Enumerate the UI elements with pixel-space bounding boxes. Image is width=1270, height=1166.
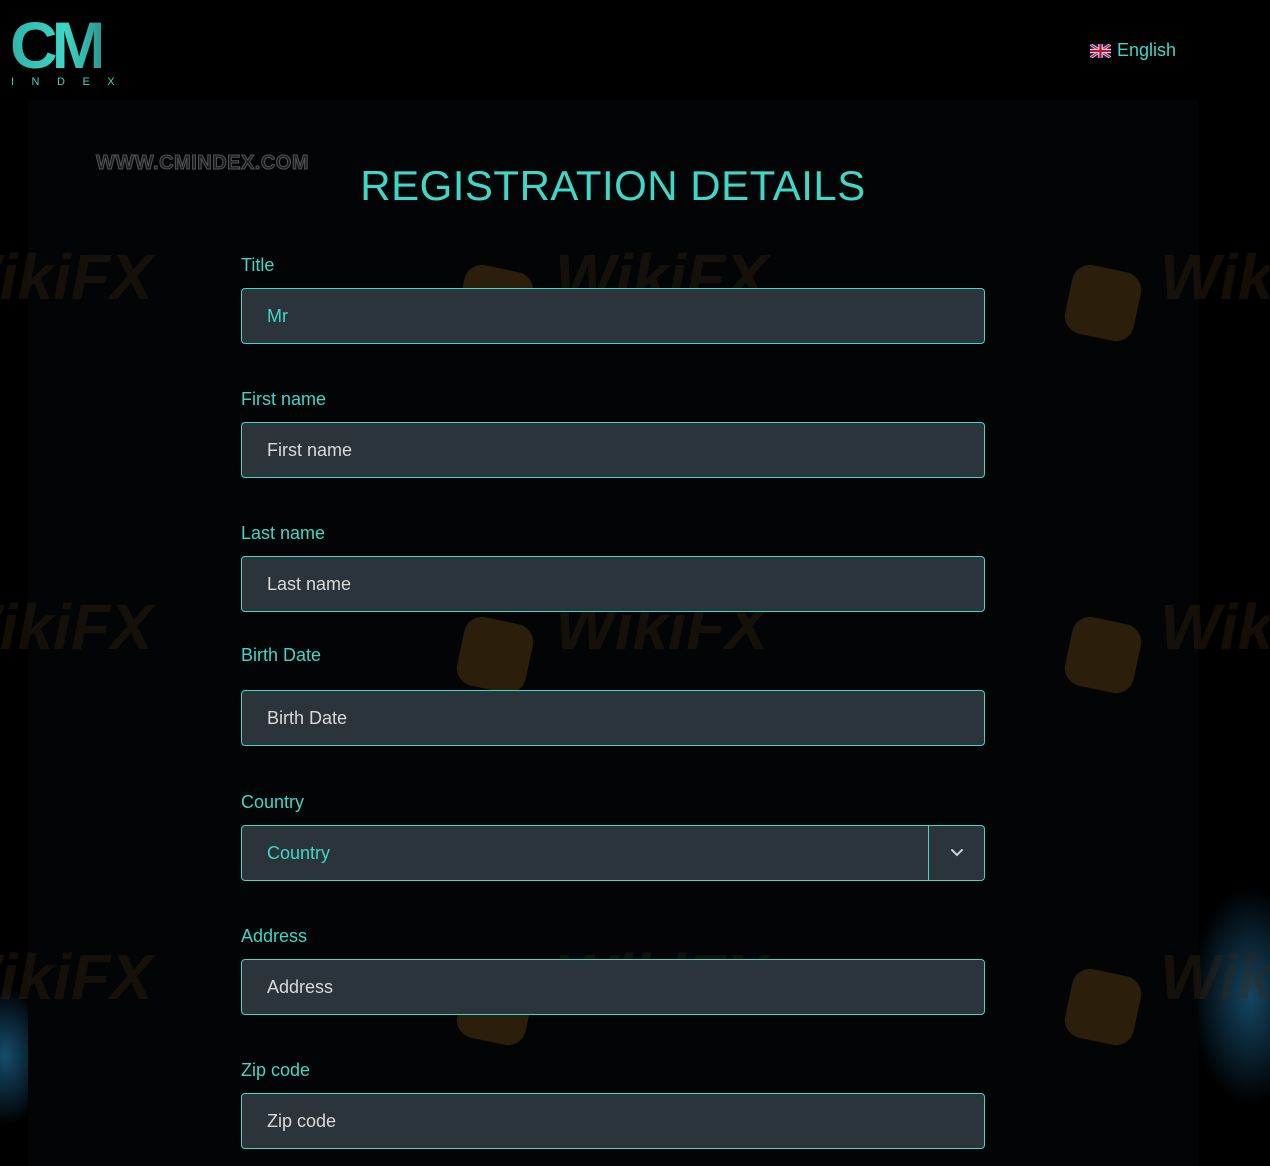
- birth-date-field: [241, 690, 985, 746]
- zip-code-field: [241, 1093, 985, 1149]
- title-field[interactable]: Mr: [241, 288, 985, 344]
- language-selector[interactable]: English: [1090, 40, 1176, 61]
- country-label: Country: [241, 792, 305, 812]
- title-value: Mr: [267, 305, 288, 326]
- last-name-label: Last name: [241, 523, 326, 543]
- birth-date-input[interactable]: [242, 691, 984, 745]
- address-label: Address: [241, 926, 308, 946]
- cm-index-logo[interactable]: CM INDEX: [10, 12, 130, 92]
- title-label: Title: [241, 255, 275, 275]
- country-selected-value: Country: [267, 842, 331, 863]
- zip-code-label: Zip code: [241, 1060, 311, 1080]
- page-title: REGISTRATION DETAILS: [360, 162, 866, 209]
- country-select[interactable]: Country: [241, 825, 985, 881]
- last-name-field: [241, 556, 985, 612]
- registration-page: WikiFX WikiFX WikiFX WikiFX WikiFX WikiF…: [0, 0, 1270, 1166]
- first-name-input[interactable]: [242, 423, 984, 477]
- first-name-field: [241, 422, 985, 478]
- decorative-glow-right: [1190, 886, 1270, 1106]
- birth-date-label: Birth Date: [241, 645, 322, 665]
- uk-flag-icon: [1090, 43, 1111, 58]
- address-field: [241, 959, 985, 1015]
- logo-sub-text: INDEX: [11, 76, 133, 88]
- first-name-label: First name: [241, 389, 327, 409]
- chevron-down-icon[interactable]: [928, 826, 984, 880]
- address-input[interactable]: [242, 960, 984, 1014]
- last-name-input[interactable]: [242, 557, 984, 611]
- logo-main-text: CM: [10, 8, 107, 82]
- zip-code-input[interactable]: [242, 1094, 984, 1148]
- language-label: English: [1117, 40, 1177, 60]
